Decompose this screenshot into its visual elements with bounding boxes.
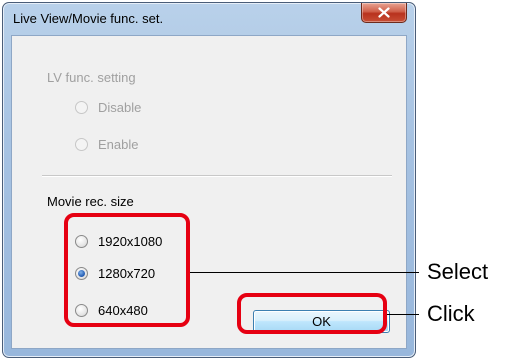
select-callout-line [190, 272, 419, 273]
movie-rec-size-heading: Movie rec. size [47, 194, 134, 209]
radio-enable-label: Enable [98, 137, 139, 152]
ok-button-highlight [237, 293, 387, 334]
movie-size-highlight [64, 213, 190, 327]
screenshot-stage: Live View/Movie func. set. LV func. sett… [0, 0, 514, 360]
click-callout-line [387, 314, 419, 315]
radio-disable-icon [75, 101, 88, 114]
click-callout-text: Click [427, 301, 475, 326]
lv-func-heading: LV func. setting [47, 70, 136, 85]
radio-disable-label: Disable [98, 100, 142, 115]
radio-enable-icon [75, 138, 88, 151]
radio-disable: Disable [75, 100, 141, 115]
window-title: Live View/Movie func. set. [13, 11, 164, 26]
select-callout-text: Select [427, 259, 489, 284]
close-icon [378, 7, 390, 18]
title-bar[interactable]: Live View/Movie func. set. [3, 3, 415, 33]
radio-enable: Enable [75, 137, 138, 152]
close-button[interactable] [361, 3, 407, 23]
section-divider [42, 175, 392, 177]
